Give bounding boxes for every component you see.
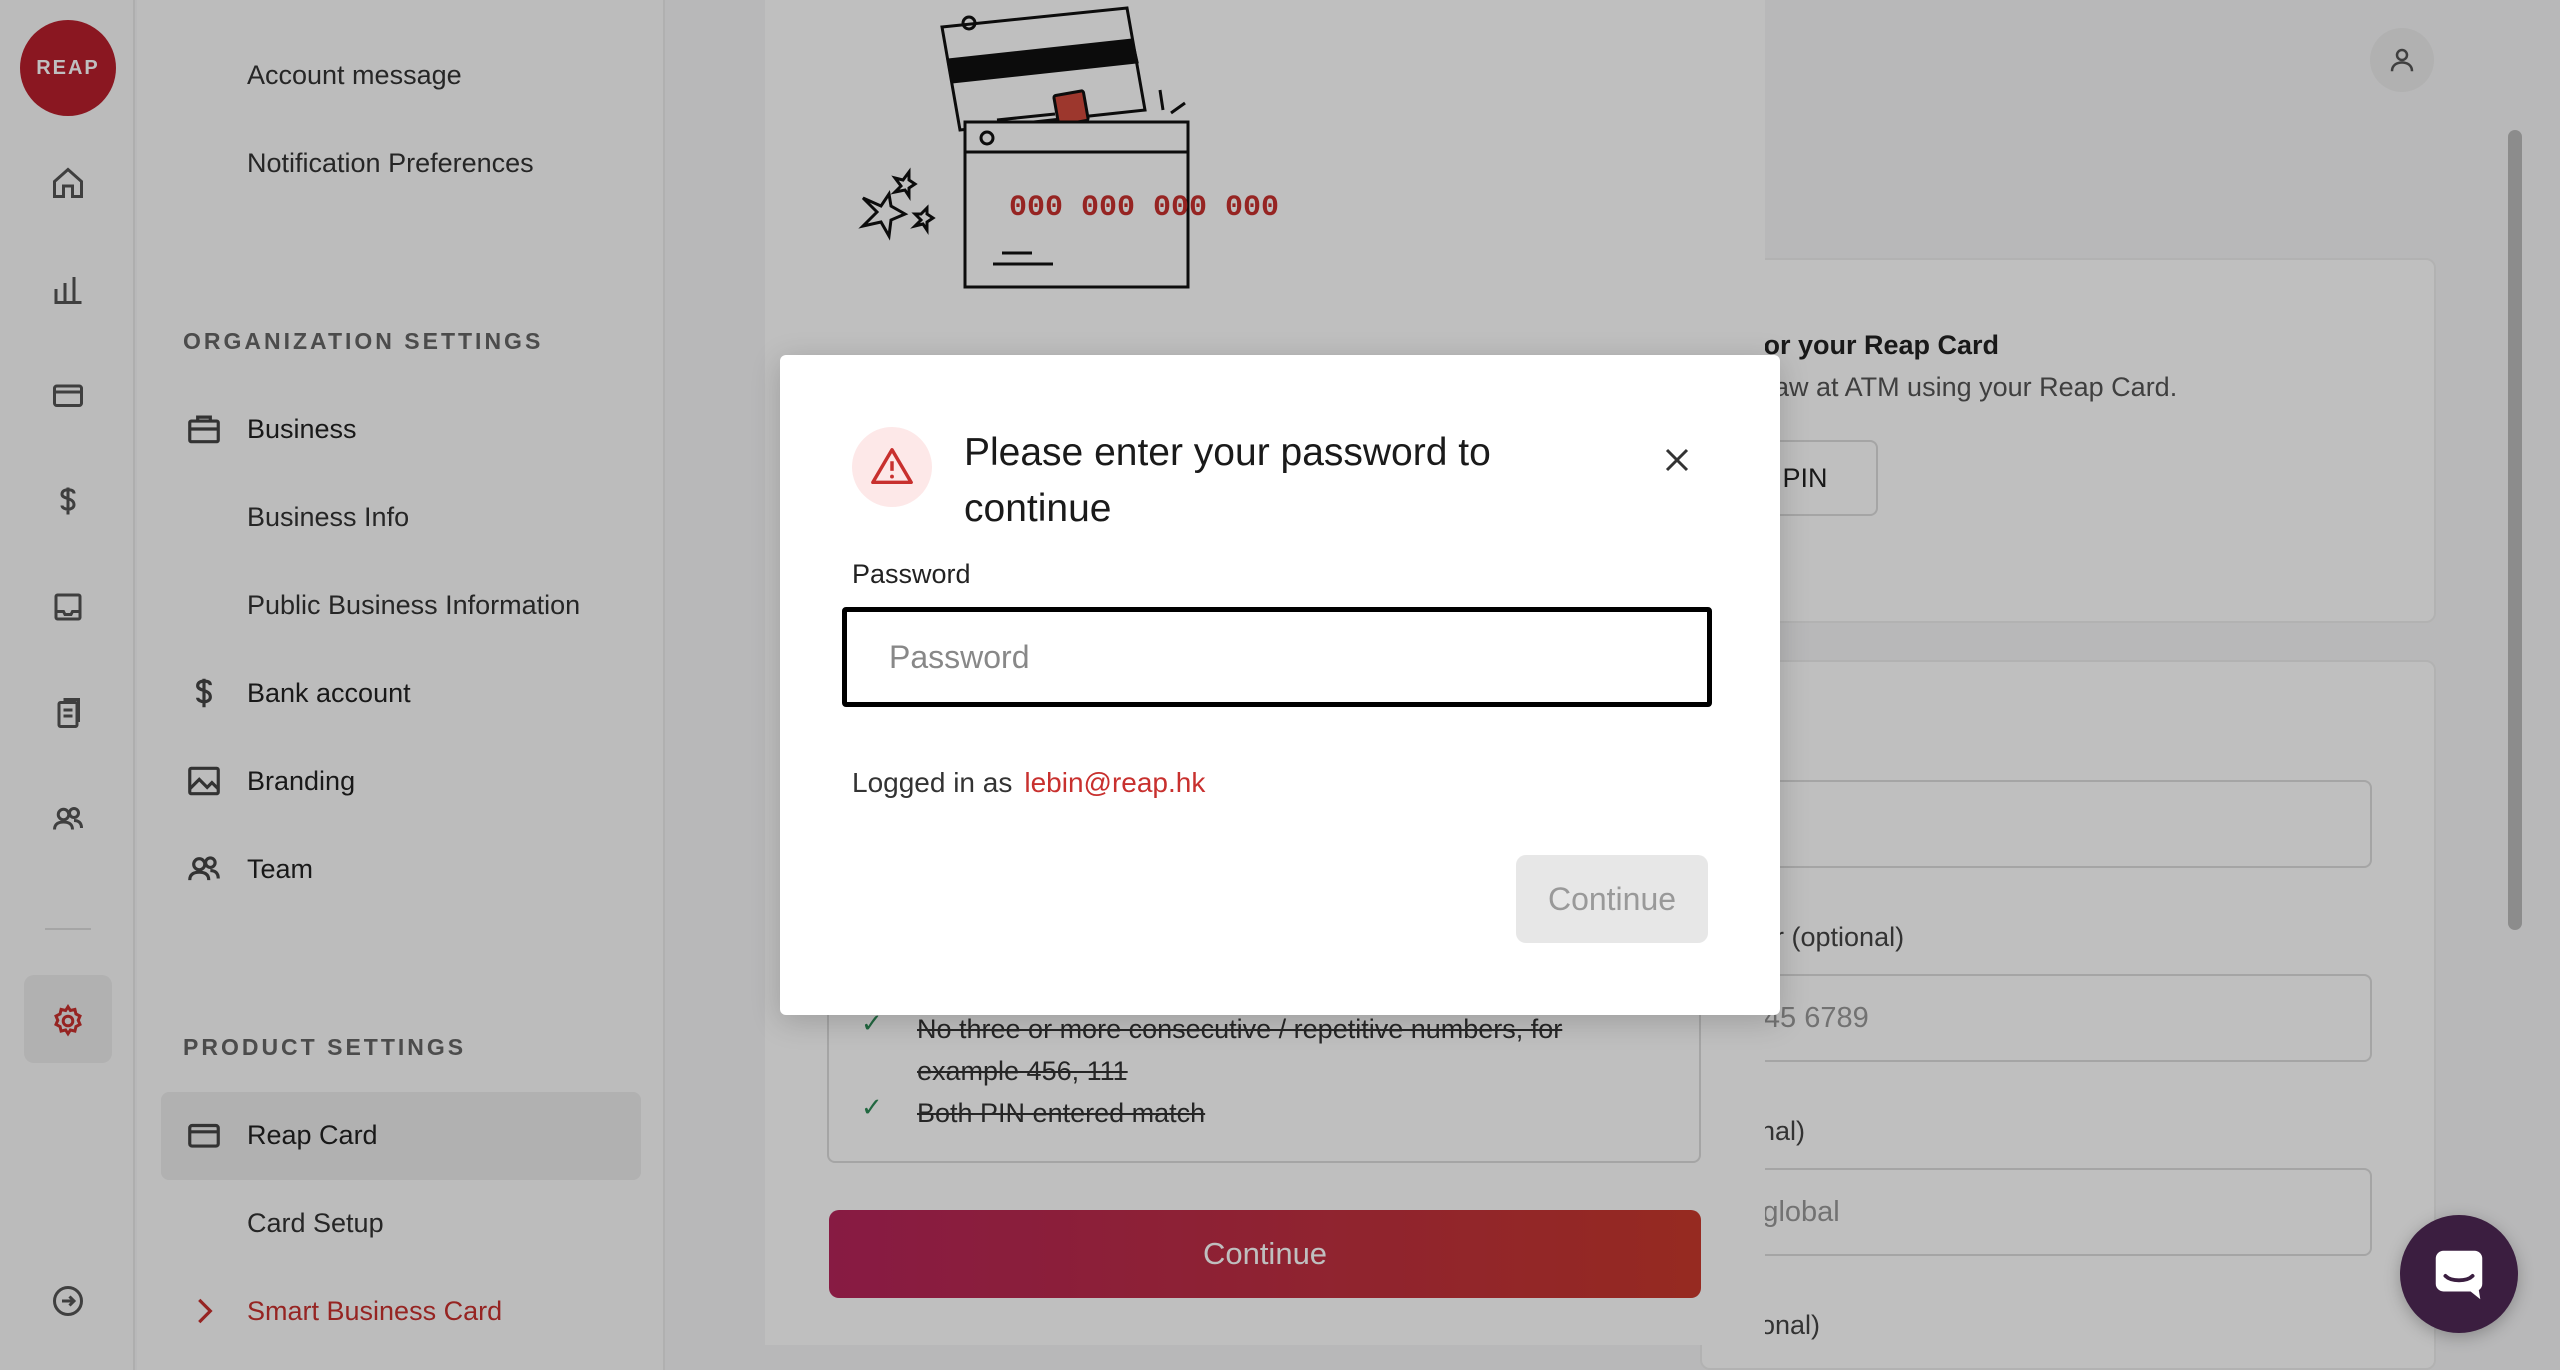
chat-icon <box>2435 1250 2483 1300</box>
warning-badge <box>852 427 932 507</box>
password-input[interactable] <box>842 607 1712 707</box>
chat-launcher-button[interactable] <box>2400 1215 2518 1333</box>
dialog-title: Please enter your password to continue <box>964 431 1491 530</box>
continue-button[interactable]: Continue <box>1516 855 1708 943</box>
logged-in-row: Logged in as lebin@reap.hk <box>852 767 1205 799</box>
close-icon <box>1665 448 1689 472</box>
password-dialog: Please enter your password to continue P… <box>780 355 1780 1015</box>
password-label: Password <box>852 559 971 589</box>
warning-icon <box>871 448 913 485</box>
close-button[interactable] <box>1650 433 1704 487</box>
logged-in-prefix: Logged in as <box>852 767 1013 798</box>
logged-in-email: lebin@reap.hk <box>1024 767 1206 798</box>
